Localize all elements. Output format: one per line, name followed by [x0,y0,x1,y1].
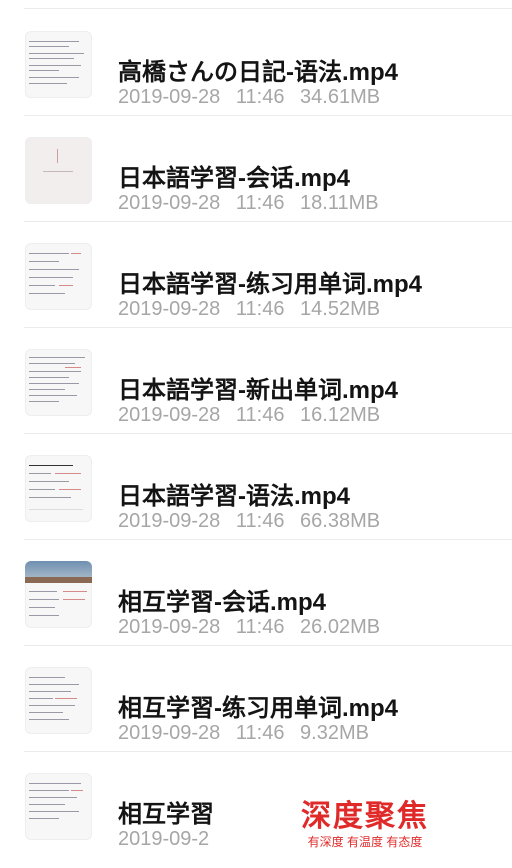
watermark-slogan: 有深度 有温度 有态度 [307,835,423,849]
file-date: 2019-09-2 [118,828,210,850]
file-meta: 2019-09-28 11:46 9.32MB [118,722,369,745]
file-meta: 2019-09-28 11:46 14.52MB [118,298,380,321]
watermark-title: 深度聚焦 [301,799,429,834]
video-thumbnail-icon [25,455,92,522]
file-name: 日本語学習-会话.mp4 [118,165,351,192]
file-size: 9.32MB [300,722,369,744]
file-time: 11:46 [235,616,285,638]
file-size: 14.52MB [300,298,381,320]
file-row[interactable]: 日本語学習-语法.mp4 2019-09-28 11:46 66.38MB [0,434,512,540]
file-name: 日本語学習-练习用单词.mp4 [118,271,423,298]
file-date: 2019-09-28 [118,192,221,214]
file-meta: 2019-09-28 11:46 18.11MB [118,192,379,215]
file-date: 2019-09-28 [118,510,221,532]
file-row[interactable]: 日本語学習-会话.mp4 2019-09-28 11:46 18.11MB [0,116,512,222]
video-thumbnail-icon [25,667,92,734]
file-name: 高橋さんの日記-语法.mp4 [118,59,399,86]
file-time: 11:46 [235,86,285,108]
file-size: 26.02MB [300,616,381,638]
file-date: 2019-09-28 [118,404,221,426]
watermark: 深度聚焦 有深度 有温度 有态度 [290,800,440,860]
file-size: 34.61MB [300,86,381,108]
file-time: 11:46 [235,404,285,426]
video-thumbnail-icon [25,243,92,310]
file-meta: 2019-09-28 11:46 26.02MB [118,616,380,639]
top-divider [24,8,512,9]
video-thumbnail-icon [25,137,92,204]
file-name: 日本語学習-新出单词.mp4 [118,377,399,404]
file-meta: 2019-09-2 [118,828,209,851]
video-thumbnail-icon [25,561,92,628]
file-row[interactable]: 日本語学習-练习用单词.mp4 2019-09-28 11:46 14.52MB [0,222,512,328]
file-name: 相互学習-练习用单词.mp4 [118,695,399,722]
file-time: 11:46 [235,722,285,744]
file-meta: 2019-09-28 11:46 16.12MB [118,404,380,427]
file-name: 相互学習 [118,801,214,828]
file-meta: 2019-09-28 11:46 66.38MB [118,510,380,533]
file-date: 2019-09-28 [118,722,221,744]
video-thumbnail-icon [25,773,92,840]
file-row[interactable]: 高橋さんの日記-语法.mp4 2019-09-28 11:46 34.61MB [0,10,512,116]
file-time: 11:46 [235,298,285,320]
file-date: 2019-09-28 [118,298,221,320]
file-time: 11:46 [235,192,285,214]
file-size: 18.11MB [300,192,379,214]
video-thumbnail-icon [25,349,92,416]
file-date: 2019-09-28 [118,86,221,108]
file-size: 66.38MB [300,510,381,532]
file-name: 相互学習-会话.mp4 [118,589,327,616]
file-date: 2019-09-28 [118,616,221,638]
file-row[interactable]: 相互学習-会话.mp4 2019-09-28 11:46 26.02MB [0,540,512,646]
file-time: 11:46 [235,510,285,532]
file-row[interactable]: 相互学習-练习用单词.mp4 2019-09-28 11:46 9.32MB [0,646,512,752]
file-name: 日本語学習-语法.mp4 [118,483,351,510]
file-row[interactable]: 日本語学習-新出单词.mp4 2019-09-28 11:46 16.12MB [0,328,512,434]
file-meta: 2019-09-28 11:46 34.61MB [118,86,380,109]
video-thumbnail-icon [25,31,92,98]
file-size: 16.12MB [300,404,381,426]
